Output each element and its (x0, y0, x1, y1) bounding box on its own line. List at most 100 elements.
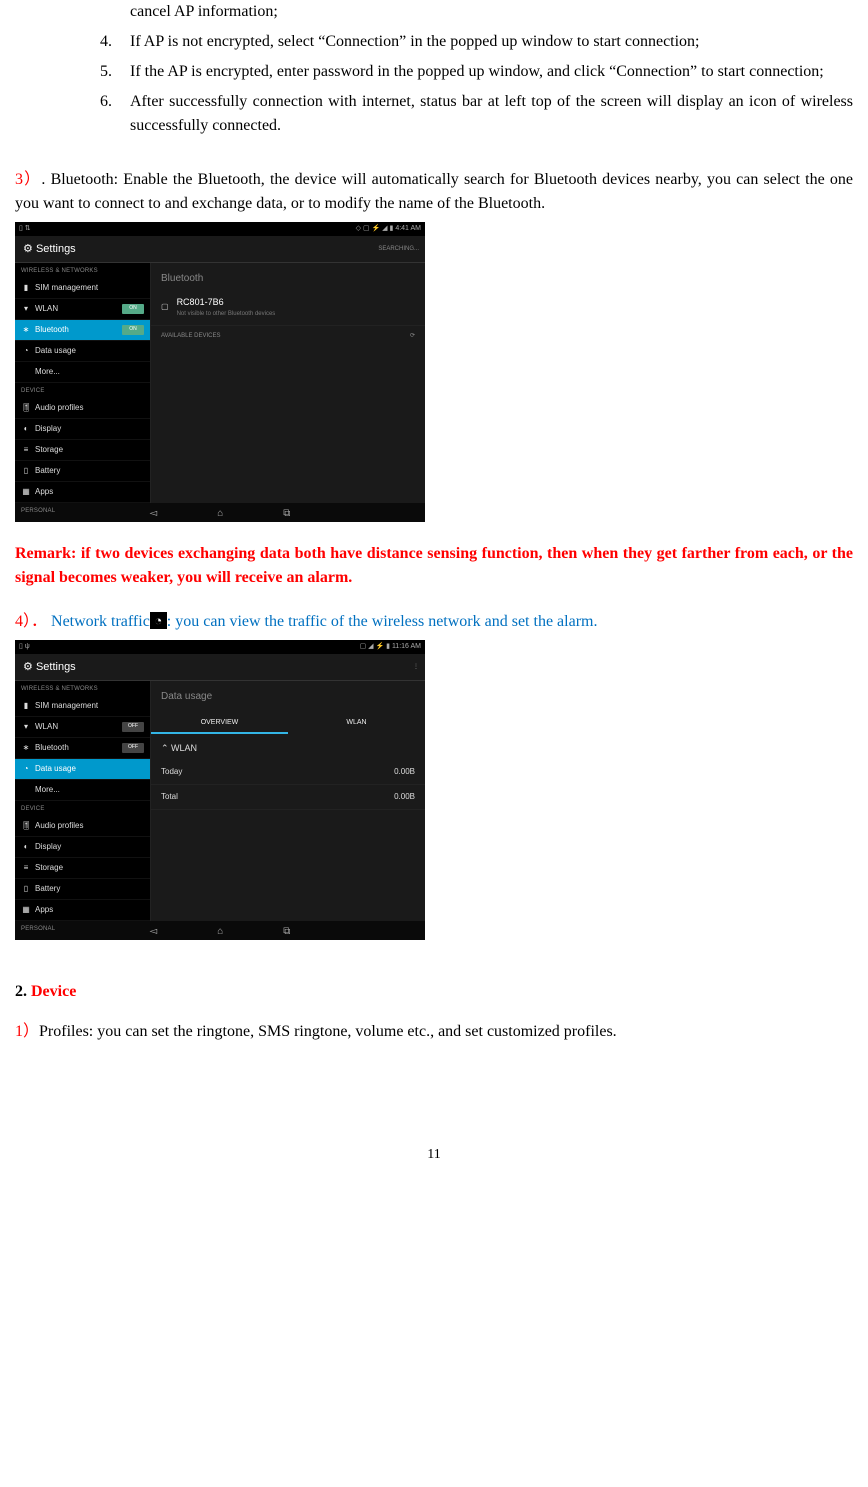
apps-label: Apps (35, 486, 144, 498)
settings-sidebar: WIRELESS & NETWORKS ▮SIM management ▾WLA… (15, 681, 151, 921)
data-icon: ◔ (21, 763, 31, 775)
today-value: 0.00B (394, 766, 415, 778)
bt-device-name: RC801-7B6 (177, 296, 276, 310)
bt-toggle[interactable]: OFF (122, 743, 144, 753)
audio-label: Audio profiles (35, 402, 144, 414)
sidebar-item-bluetooth[interactable]: ∗BluetoothOFF (15, 738, 150, 759)
list-item-5: 5. If the AP is encrypted, enter passwor… (100, 60, 853, 84)
battery-icon: ▯ (21, 883, 31, 895)
list-text: If AP is not encrypted, select “Connecti… (130, 30, 853, 54)
recent-button[interactable]: ⧉ (283, 506, 290, 521)
tab-overview[interactable]: OVERVIEW (151, 712, 288, 734)
page-number: 11 (15, 1144, 853, 1165)
profiles-text: Profiles: you can set the ringtone, SMS … (39, 1023, 617, 1040)
bt-available-header: AVAILABLE DEVICES ⟳ (151, 326, 425, 343)
sidebar-item-audio[interactable]: 🎚Audio profiles (15, 816, 150, 837)
sidebar-item-wlan[interactable]: ▾WLANON (15, 299, 150, 320)
du-label: Data usage (35, 763, 144, 775)
list-item-partial: cancel AP information; (130, 0, 853, 24)
list-num: 6. (100, 90, 130, 138)
status-time: 11:16 AM (392, 643, 421, 650)
sidebar-item-display[interactable]: ◐Display (15, 837, 150, 858)
du-today-row[interactable]: Today 0.00B (151, 760, 425, 785)
settings-icon: ⚙ (23, 661, 33, 673)
sidebar-item-datausage[interactable]: ◔Data usage (15, 341, 150, 362)
audio-icon: 🎚 (21, 820, 31, 832)
audio-icon: 🎚 (21, 402, 31, 414)
sidebar-item-datausage[interactable]: ◔ Data usage (15, 759, 150, 780)
sim-label: SIM management (35, 700, 144, 712)
back-button[interactable]: ◅ (150, 506, 158, 521)
du-wlan-label: WLAN (171, 743, 197, 753)
data-usage-inline-icon (150, 612, 167, 629)
status-right-icons: ◇ ▢ ⚡ ◢ ▮ (356, 225, 394, 232)
sidebar-item-battery[interactable]: ▯Battery (15, 461, 150, 482)
category-wireless: WIRELESS & NETWORKS (15, 681, 150, 696)
du-total-row[interactable]: Total 0.00B (151, 785, 425, 810)
category-device: DEVICE (15, 801, 150, 816)
storage-label: Storage (35, 444, 144, 456)
status-left-icons: ▯ ⇅ (19, 224, 31, 235)
home-button[interactable]: ⌂ (217, 924, 223, 939)
list-item-6: 6. After successfully connection with in… (100, 90, 853, 138)
sidebar-item-wlan[interactable]: ▾WLANOFF (15, 717, 150, 738)
status-left-icons: ▯ ψ (19, 642, 30, 653)
battery-label: Battery (35, 883, 144, 895)
datausage-content: Data usage OVERVIEW WLAN ⌃ WLAN Today 0.… (151, 681, 425, 921)
paragraph-bluetooth: 3）. Bluetooth: Enable the Bluetooth, the… (15, 168, 853, 216)
status-right-icons: ▢ ◢ ⚡ ▮ (360, 643, 390, 650)
available-label: AVAILABLE DEVICES (161, 332, 220, 341)
back-button[interactable]: ◅ (150, 924, 158, 939)
wlan-label: WLAN (35, 721, 122, 733)
sidebar-item-bluetooth[interactable]: ∗BluetoothON (15, 320, 150, 341)
more-label: More... (35, 784, 144, 796)
sidebar-item-battery[interactable]: ▯ Battery (15, 879, 150, 900)
category-device: DEVICE (15, 383, 150, 398)
display-label: Display (35, 423, 144, 435)
bluetooth-icon: ∗ (21, 324, 31, 336)
overflow-icon[interactable]: ⋮ (413, 663, 425, 672)
sidebar-item-display[interactable]: ◐ Display (15, 419, 150, 440)
bt-toggle[interactable]: ON (122, 325, 144, 335)
subsection-profiles: 1）Profiles: you can set the ringtone, SM… (15, 1020, 853, 1044)
paragraph-network-traffic: 4）． Network traffic: you can view the tr… (15, 610, 853, 634)
sidebar-item-more[interactable]: More... (15, 780, 150, 801)
wlan-toggle[interactable]: OFF (122, 722, 144, 732)
screenshot-datausage: ▯ ψ ▢ ◢ ⚡ ▮ 11:16 AM ⚙ Settings ⋮ WIRELE… (15, 640, 425, 940)
sidebar-item-audio[interactable]: 🎚 Audio profiles (15, 398, 150, 419)
sidebar-item-apps[interactable]: ▦Apps (15, 482, 150, 503)
more-label: More... (35, 366, 144, 378)
list-num: 4. (100, 30, 130, 54)
recent-button[interactable]: ⧉ (283, 924, 290, 939)
wlan-toggle[interactable]: ON (122, 304, 144, 314)
sidebar-item-storage[interactable]: ≡Storage (15, 858, 150, 879)
list-item-4: 4. If AP is not encrypted, select “Conne… (100, 30, 853, 54)
tab-wlan[interactable]: WLAN (288, 712, 425, 734)
category-wireless: WIRELESS & NETWORKS (15, 263, 150, 278)
du-wlan-head: ⌃ WLAN (151, 734, 425, 760)
sidebar-item-sim[interactable]: ▮SIM management (15, 696, 150, 717)
bt-device-sub: Not visible to other Bluetooth devices (177, 310, 276, 319)
sidebar-item-apps[interactable]: ▦Apps (15, 900, 150, 921)
refresh-icon[interactable]: ⟳ (410, 332, 415, 341)
status-bar: ▯ ψ ▢ ◢ ⚡ ▮ 11:16 AM (15, 640, 425, 654)
home-button[interactable]: ⌂ (217, 506, 223, 521)
storage-icon: ≡ (21, 862, 31, 874)
du-content-title: Data usage (151, 681, 425, 708)
chevron-icon: ⌃ (161, 743, 171, 753)
bt-this-device[interactable]: ▢ RC801-7B6 Not visible to other Bluetoo… (151, 290, 425, 326)
list-text: After successfully connection with inter… (130, 90, 853, 138)
list-num: 5. (100, 60, 130, 84)
sidebar-item-more[interactable]: More... (15, 362, 150, 383)
display-icon: ◐ (21, 423, 31, 435)
sidebar-item-sim[interactable]: ▮SIM management (15, 278, 150, 299)
battery-icon: ▯ (21, 465, 31, 477)
display-icon: ◐ (21, 841, 31, 853)
today-label: Today (161, 766, 182, 778)
marker-1: 1） (15, 1023, 39, 1040)
total-label: Total (161, 791, 178, 803)
total-value: 0.00B (394, 791, 415, 803)
sidebar-item-storage[interactable]: ≡Storage (15, 440, 150, 461)
settings-title: Settings (36, 243, 76, 255)
dot: . (41, 171, 50, 188)
